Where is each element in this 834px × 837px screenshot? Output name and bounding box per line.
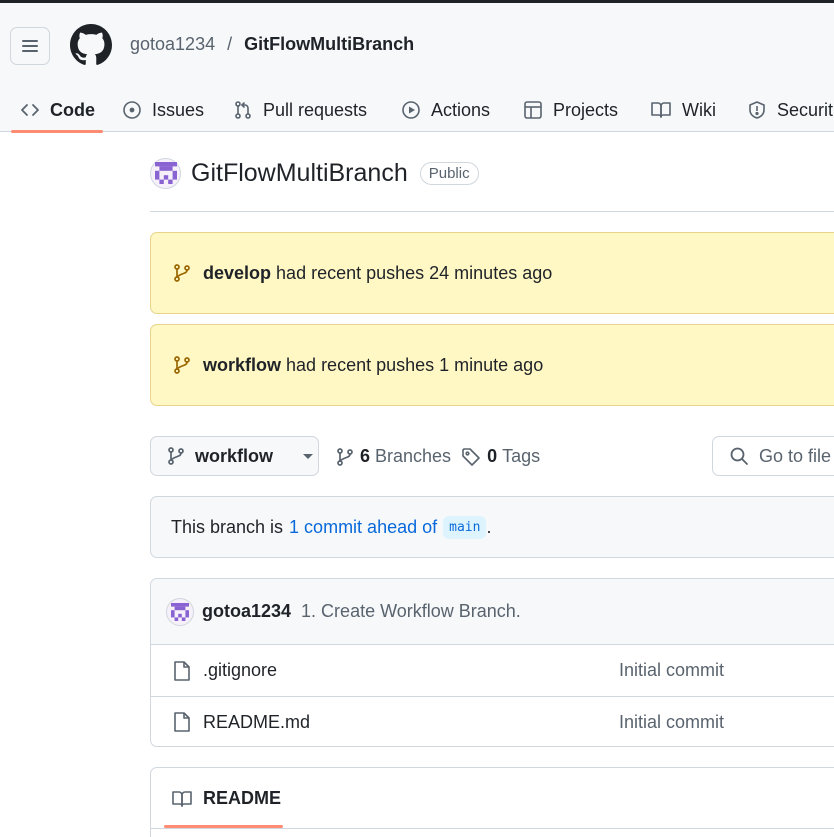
heading-divider — [150, 211, 834, 212]
repo-nav-tabs: Code Issues Pull requests Actions Projec… — [0, 87, 834, 135]
issue-opened-icon — [123, 101, 141, 119]
branch-select-button[interactable]: workflow — [150, 436, 319, 476]
breadcrumb-repo-link[interactable]: GitFlowMultiBranch — [244, 34, 414, 55]
readme-tab-label: README — [203, 788, 282, 808]
git-pull-request-icon — [235, 101, 251, 119]
recent-push-banner: workflow had recent pushes 1 minute ago — [150, 324, 834, 406]
file-commit-message-link[interactable]: Initial commit — [619, 712, 724, 733]
identicon-icon — [154, 162, 177, 184]
tab-wiki-label: Wiki — [682, 99, 716, 120]
repo-counts: 6 Branches 0 Tags — [336, 446, 540, 467]
search-icon — [730, 447, 748, 465]
tab-code[interactable]: Code — [20, 87, 95, 133]
menu-button[interactable] — [10, 27, 50, 65]
identicon-icon — [171, 602, 189, 621]
code-icon — [21, 104, 39, 116]
breadcrumb-separator: / — [227, 34, 233, 54]
git-branch-icon — [174, 356, 190, 374]
tab-issues[interactable]: Issues — [122, 87, 204, 133]
avatar[interactable] — [150, 157, 181, 189]
ahead-prefix: This branch is — [171, 516, 284, 537]
file-row[interactable]: .gitignore Initial commit — [151, 645, 834, 696]
tab-issues-label: Issues — [152, 99, 205, 120]
readme-divider — [151, 828, 834, 829]
go-to-file-input[interactable]: Go to file — [712, 436, 834, 476]
ahead-suffix: . — [486, 516, 492, 537]
play-icon — [402, 101, 420, 119]
table-icon — [524, 101, 542, 119]
tab-pull-requests[interactable]: Pull requests — [233, 87, 367, 133]
go-to-file-placeholder: Go to file — [759, 445, 832, 466]
visibility-badge: Public — [419, 161, 479, 185]
commit-message-link[interactable]: 1. Create Workflow Branch. — [301, 601, 521, 622]
repo-heading: GitFlowMultiBranch Public — [150, 157, 479, 189]
file-list: gotoa1234 1. Create Workflow Branch. .gi… — [150, 578, 834, 747]
tags-count[interactable]: 0 — [487, 446, 497, 467]
recent-push-text: develop had recent pushes 24 minutes ago — [203, 262, 553, 283]
tab-projects[interactable]: Projects — [523, 87, 618, 133]
readme-panel: README — [150, 767, 834, 837]
recent-push-branch-link[interactable]: workflow — [203, 355, 281, 375]
git-branch-icon — [168, 447, 184, 465]
tab-security-label: Securit — [777, 99, 834, 120]
book-icon — [172, 790, 192, 807]
repo-title[interactable]: GitFlowMultiBranch — [191, 159, 408, 188]
breadcrumb-owner-link[interactable]: gotoa1234 — [130, 34, 215, 55]
branch-ahead-banner: This branch is 1 commit ahead of main . — [150, 496, 834, 558]
file-name-link[interactable]: README.md — [203, 712, 310, 733]
active-tab-indicator — [11, 130, 103, 133]
shield-icon — [749, 101, 765, 119]
tab-actions[interactable]: Actions — [401, 87, 490, 133]
branches-link[interactable]: Branches — [375, 446, 451, 467]
commits-ahead-link[interactable]: 1 commit ahead of — [289, 517, 437, 538]
tag-icon — [462, 447, 480, 466]
file-row[interactable]: README.md Initial commit — [151, 696, 834, 746]
latest-commit-row: gotoa1234 1. Create Workflow Branch. — [151, 579, 834, 645]
recent-push-banner: develop had recent pushes 24 minutes ago — [150, 232, 834, 314]
branches-count[interactable]: 6 — [360, 446, 370, 467]
file-icon — [174, 660, 190, 681]
github-mark-icon[interactable] — [70, 24, 112, 66]
recent-push-branch-link[interactable]: develop — [203, 263, 271, 283]
triangle-down-icon — [303, 454, 314, 459]
tab-pull-requests-label: Pull requests — [263, 99, 368, 120]
book-icon — [651, 102, 671, 118]
file-name-link[interactable]: .gitignore — [203, 660, 277, 681]
tab-wiki[interactable]: Wiki — [650, 87, 716, 133]
file-commit-message-link[interactable]: Initial commit — [619, 660, 724, 681]
app-header: gotoa1234 / GitFlowMultiBranch Code Issu… — [0, 0, 834, 135]
commit-author-link[interactable]: gotoa1234 — [202, 601, 291, 622]
breadcrumb: gotoa1234 / GitFlowMultiBranch — [130, 34, 414, 55]
tab-projects-label: Projects — [553, 99, 619, 120]
tags-link[interactable]: Tags — [502, 446, 540, 467]
tab-actions-label: Actions — [431, 99, 491, 120]
recent-push-text: workflow had recent pushes 1 minute ago — [203, 354, 544, 375]
avatar[interactable] — [166, 597, 194, 626]
file-icon — [174, 712, 190, 732]
base-branch-pill[interactable]: main — [443, 515, 487, 539]
tab-security[interactable]: Securit — [747, 87, 833, 133]
hamburger-icon — [22, 40, 38, 52]
git-branch-icon — [174, 264, 190, 282]
current-branch-label: workflow — [195, 445, 274, 466]
git-branch-icon — [337, 447, 353, 466]
readme-tab[interactable]: README — [171, 788, 281, 809]
tab-code-label: Code — [50, 99, 95, 120]
